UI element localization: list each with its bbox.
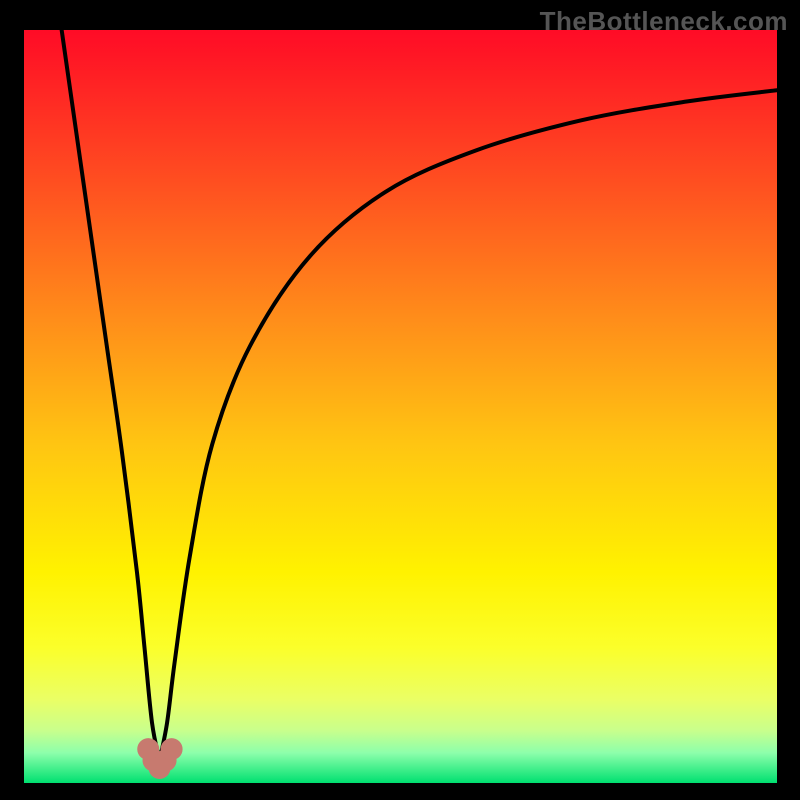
- optimum-marker-3: [161, 738, 183, 760]
- gradient-background: [24, 30, 777, 783]
- optimum-marker-4: [149, 757, 171, 779]
- chart-frame: TheBottleneck.com: [0, 0, 800, 800]
- chart-svg: [24, 30, 777, 783]
- plot-area: [24, 30, 777, 783]
